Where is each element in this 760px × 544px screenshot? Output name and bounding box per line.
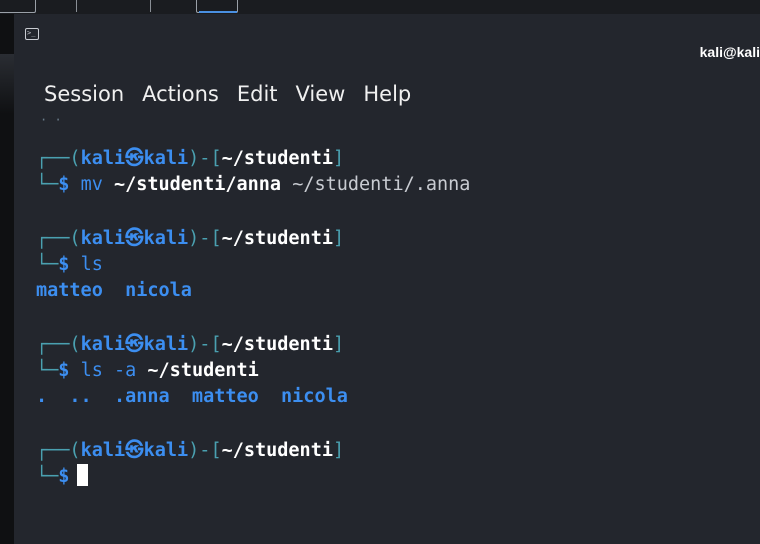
window-title: kali@kali xyxy=(699,44,760,60)
prompt-line: ┌──(kali㉿kali)-[~/studenti] xyxy=(36,440,345,461)
prompt-block: ┌──(kali㉿kali)-[~/studenti] └─$ ls xyxy=(36,226,344,278)
command-output: matteo nicola xyxy=(36,280,192,301)
prompt-line: ┌──(kali㉿kali)-[~/studenti] xyxy=(36,148,345,169)
command-output: . .. .anna matteo nicola xyxy=(36,386,348,407)
menu-actions[interactable]: Actions xyxy=(142,80,219,108)
command-line: └─$ mv ~/studenti/anna ~/studenti/.anna xyxy=(36,174,471,195)
menu-bar: Session Actions Edit View Help xyxy=(44,80,429,108)
prompt-line: ┌──(kali㉿kali)-[~/studenti] xyxy=(36,334,345,355)
menu-session[interactable]: Session xyxy=(44,80,124,108)
taskbar-item[interactable] xyxy=(0,0,36,13)
text-cursor xyxy=(77,464,89,486)
terminal-icon[interactable]: >_ xyxy=(25,28,39,40)
command-line: └─$ ls -a ~/studenti xyxy=(36,360,259,381)
scrolled-text-fragment: · · xyxy=(40,113,62,127)
menu-help[interactable]: Help xyxy=(363,80,411,108)
prompt-block: ┌──(kali㉿kali)-[~/studenti] └─$ ls -a ~/… xyxy=(36,332,344,384)
menu-edit[interactable]: Edit xyxy=(237,80,278,108)
taskbar xyxy=(0,0,760,14)
command-line: └─$ ls xyxy=(36,254,103,275)
taskbar-separator xyxy=(76,0,77,12)
taskbar-separator xyxy=(150,0,151,12)
taskbar-active-indicator xyxy=(199,11,237,13)
menu-view[interactable]: View xyxy=(296,80,346,108)
prompt-block: ┌──(kali㉿kali)-[~/studenti] └─$ mv ~/stu… xyxy=(36,146,470,198)
terminal-output[interactable]: · · ┌──(kali㉿kali)-[~/studenti] └─$ mv ~… xyxy=(0,108,760,544)
prompt-line: ┌──(kali㉿kali)-[~/studenti] xyxy=(36,228,345,249)
command-line: └─$ xyxy=(36,464,344,490)
prompt-block: ┌──(kali㉿kali)-[~/studenti] └─$ xyxy=(36,438,344,490)
